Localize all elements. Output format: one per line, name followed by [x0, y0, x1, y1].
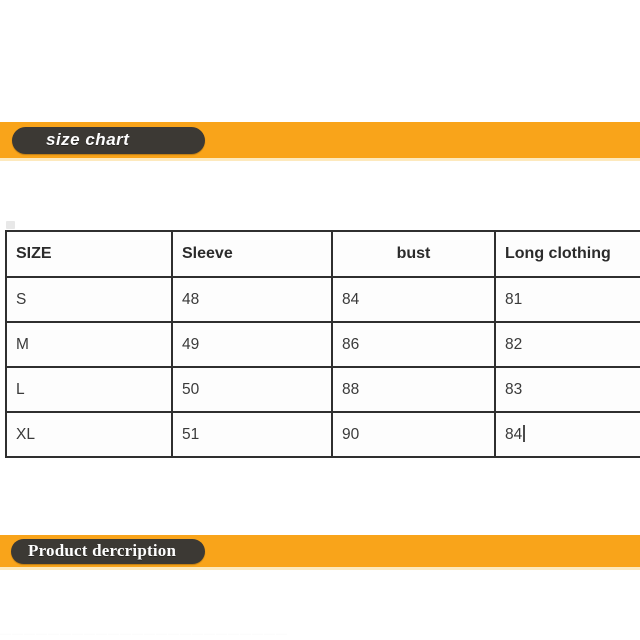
- cell-sleeve-l[interactable]: 50: [171, 366, 333, 413]
- cell-sleeve-xl[interactable]: 51: [171, 411, 333, 458]
- bottom-clipped-text: ————————————————————————: [0, 628, 288, 640]
- table-header-row: SIZE Sleeve bust Long clothing: [5, 230, 640, 278]
- product-description-section-banner: Product dercription: [0, 535, 640, 567]
- column-header-bust: bust: [331, 230, 496, 278]
- cell-size-xl[interactable]: XL: [5, 411, 173, 458]
- size-chart-banner-label: size chart: [46, 130, 130, 149]
- column-header-size: SIZE: [5, 230, 173, 278]
- cell-long-clothing-l[interactable]: 83: [494, 366, 640, 413]
- cell-bust-l[interactable]: 88: [331, 366, 496, 413]
- product-description-banner-label: Product dercription: [28, 541, 177, 560]
- cell-sleeve-s[interactable]: 48: [171, 276, 333, 323]
- cell-size-m[interactable]: M: [5, 321, 173, 368]
- size-chart-section-banner: size chart: [0, 122, 640, 158]
- column-header-sleeve: Sleeve: [171, 230, 333, 278]
- product-description-banner-pill: Product dercription: [11, 538, 205, 564]
- table-row[interactable]: S 48 84 81: [5, 276, 640, 323]
- table-row[interactable]: M 49 86 82: [5, 321, 640, 368]
- cell-long-clothing-m[interactable]: 82: [494, 321, 640, 368]
- table-row[interactable]: XL 51 90 84: [5, 411, 640, 458]
- size-chart-table-container: SIZE Sleeve bust Long clothing S 48 84 8…: [5, 230, 640, 458]
- table-corner-artifact: [6, 221, 15, 229]
- cell-size-s[interactable]: S: [5, 276, 173, 323]
- cell-size-l[interactable]: L: [5, 366, 173, 413]
- cell-bust-xl[interactable]: 90: [331, 411, 496, 458]
- cell-bust-m[interactable]: 86: [331, 321, 496, 368]
- table-row[interactable]: L 50 88 83: [5, 366, 640, 413]
- text-cursor-caret: [523, 425, 526, 442]
- size-chart-table: SIZE Sleeve bust Long clothing S 48 84 8…: [5, 230, 640, 458]
- column-header-long-clothing: Long clothing: [494, 230, 640, 278]
- size-chart-banner-pill: size chart: [12, 126, 205, 154]
- size-chart-banner-underline: [0, 158, 640, 161]
- cell-sleeve-m[interactable]: 49: [171, 321, 333, 368]
- cell-long-clothing-xl-value: 84: [505, 426, 523, 443]
- cell-bust-s[interactable]: 84: [331, 276, 496, 323]
- cell-long-clothing-xl[interactable]: 84: [494, 411, 640, 458]
- product-description-banner-underline: [0, 567, 640, 570]
- cell-long-clothing-s[interactable]: 81: [494, 276, 640, 323]
